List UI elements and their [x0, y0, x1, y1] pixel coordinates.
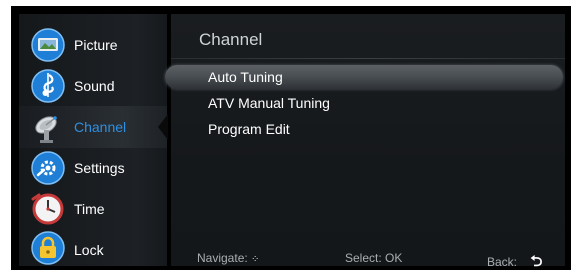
sidebar-item-time[interactable]: Time: [19, 188, 167, 230]
divider: [171, 58, 565, 59]
main-panel: Channel Auto Tuning ATV Manual Tuning Pr…: [165, 14, 565, 270]
sidebar-item-label: Picture: [74, 37, 118, 53]
sidebar-item-label: Sound: [74, 78, 115, 94]
sidebar-item-label: Time: [74, 201, 105, 217]
sound-icon: [30, 69, 66, 103]
settings-icon: [30, 151, 66, 185]
page-title: Channel: [199, 30, 263, 49]
navigate-arrows-icon: ⁘: [251, 254, 260, 265]
sidebar-item-picture[interactable]: Picture: [19, 24, 167, 66]
back-hint: Back: ⮌: [487, 251, 542, 276]
sidebar-item-settings[interactable]: Settings: [19, 147, 167, 189]
sidebar: Picture Sound Channel Settings Time Lock: [19, 14, 168, 266]
menu-item-program-edit[interactable]: Program Edit: [171, 117, 565, 141]
lock-icon: [30, 231, 66, 265]
tv-menu-screen: Picture Sound Channel Settings Time Lock…: [11, 6, 571, 270]
menu-item-atv-manual-tuning[interactable]: ATV Manual Tuning: [171, 91, 565, 115]
sidebar-item-label: Channel: [74, 119, 127, 135]
picture-icon: [30, 28, 66, 62]
navigate-hint: Navigate: ⁘: [197, 251, 259, 265]
time-icon: [30, 192, 66, 226]
sidebar-item-lock[interactable]: Lock: [19, 229, 167, 271]
sidebar-item-label: Lock: [74, 242, 104, 258]
navigate-label: Navigate:: [197, 251, 248, 265]
back-icon: ⮌: [530, 253, 543, 270]
selection-pointer: [158, 114, 168, 140]
menu-item-auto-tuning[interactable]: Auto Tuning: [165, 65, 563, 89]
sidebar-item-label: Settings: [74, 160, 125, 176]
sidebar-item-sound[interactable]: Sound: [19, 65, 167, 107]
back-label: Back:: [487, 255, 518, 269]
select-hint: Select: OK: [345, 251, 403, 265]
channel-icon: [30, 110, 66, 144]
sidebar-item-channel[interactable]: Channel: [19, 106, 168, 148]
